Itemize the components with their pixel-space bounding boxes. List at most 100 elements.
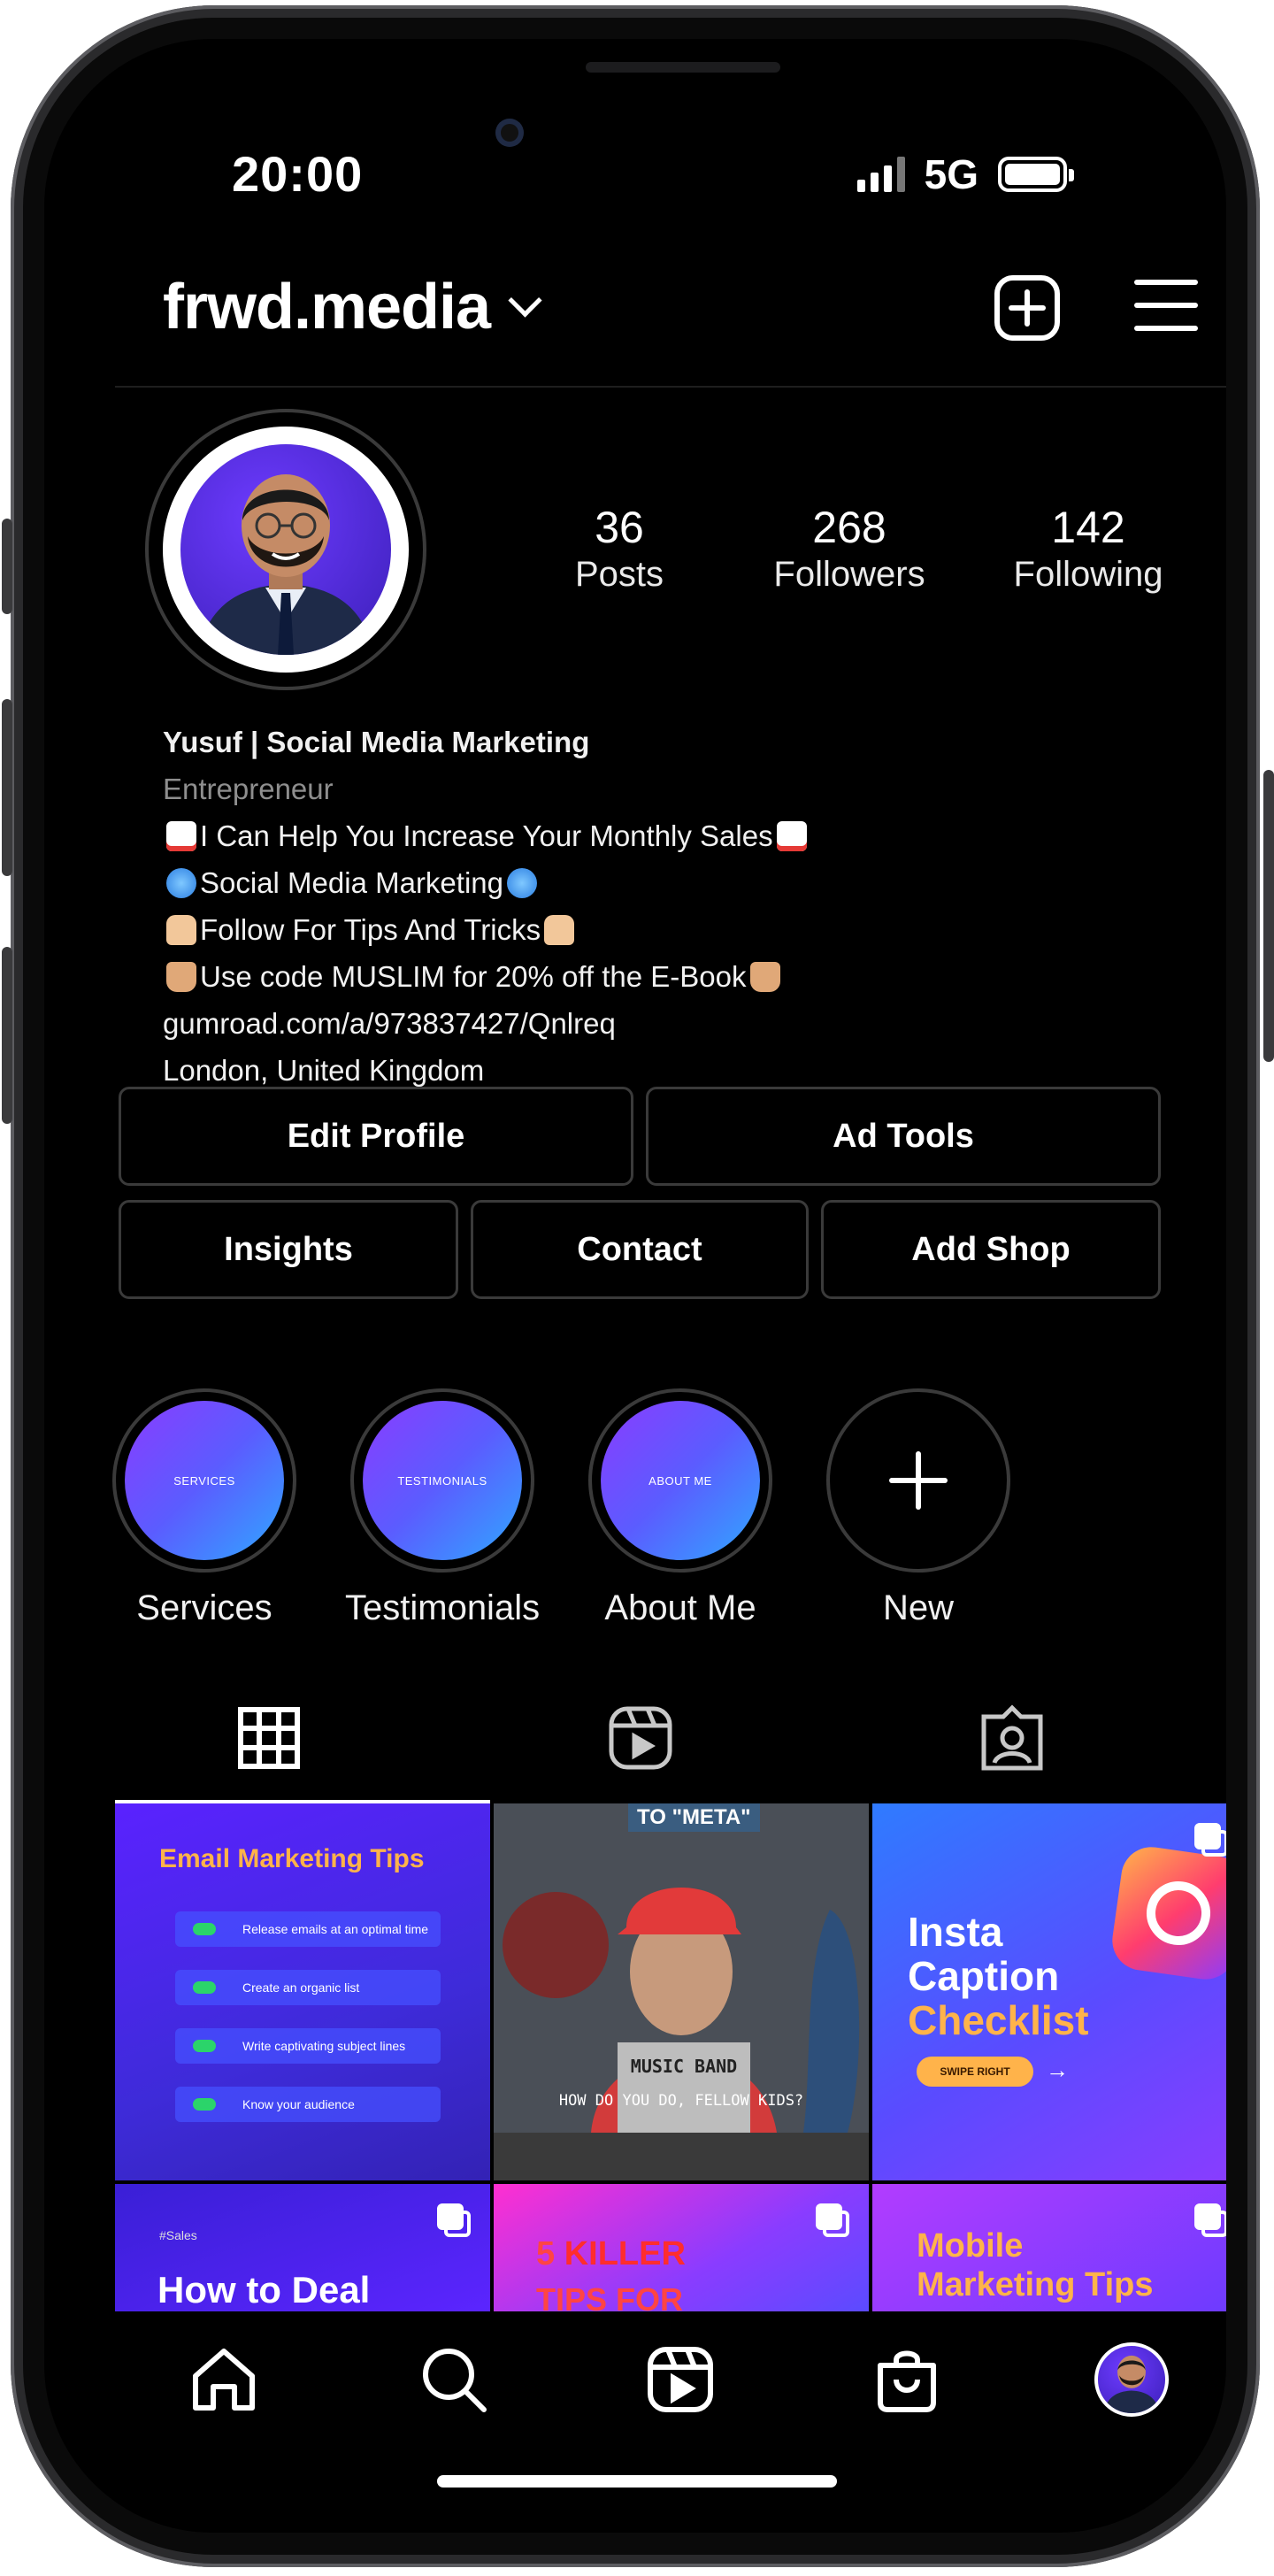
signal-icon [856, 157, 905, 192]
meme-shirt-text: MUSIC BAND [630, 2056, 738, 2077]
globe-emoji-icon [166, 868, 196, 898]
menu-icon[interactable] [1134, 280, 1198, 334]
post-list-item: Create an organic list [175, 1970, 441, 2005]
stat-followers[interactable]: 268 Followers [752, 503, 947, 596]
highlight-services[interactable]: SERVICES Services [107, 1388, 302, 1628]
profile-category: Entrepreneur [163, 773, 334, 805]
stat-following[interactable]: 142 Following [991, 503, 1186, 596]
profile-tab[interactable] [1092, 2340, 1171, 2419]
post-list-item: Know your audience [175, 2087, 441, 2122]
contact-button[interactable]: Contact [471, 1200, 809, 1299]
pointing-down-emoji-icon [166, 962, 196, 992]
grid-icon [238, 1707, 300, 1769]
bio-line-4: Use code MUSLIM for 20% off the E-Book [163, 953, 1180, 1000]
tagged-tab[interactable] [977, 1703, 1048, 1773]
meme-image [494, 1803, 869, 2180]
power-button [1263, 770, 1274, 1062]
highlight-label: About Me [604, 1588, 756, 1627]
highlight-cover: TESTIMONIALS [363, 1401, 522, 1560]
highlight-label: Testimonials [345, 1588, 541, 1627]
status-indicators: 5G [856, 150, 1074, 198]
new-post-icon[interactable] [994, 274, 1061, 342]
ad-tools-button[interactable]: Ad Tools [646, 1087, 1161, 1186]
highlight-cover: ABOUT ME [601, 1401, 760, 1560]
post-subtitle: TIPS FOR [536, 2281, 684, 2311]
highlight-about-me[interactable]: ABOUT ME About Me [583, 1388, 778, 1628]
avatar-portrait [198, 474, 373, 655]
grid-tab[interactable] [234, 1703, 304, 1773]
tagged-icon [981, 1704, 1043, 1771]
post-tile-fellow-kids[interactable]: TO "META" MUSIC BAND HOW DO YOU DO, FELL… [494, 1803, 869, 2180]
add-shop-button[interactable]: Add Shop [821, 1200, 1161, 1299]
post-tile-killer-tips[interactable]: 5 KILLER TIPS FOR [494, 2184, 869, 2311]
chart-increasing-emoji-icon [166, 821, 196, 851]
bio-line-2: Social Media Marketing [163, 859, 1180, 906]
thumbs-up-emoji-icon [166, 915, 196, 945]
search-tab[interactable] [414, 2340, 494, 2419]
post-tag: #Sales [159, 2228, 197, 2242]
volume-up-button [2, 699, 12, 876]
reels-nav-tab[interactable] [641, 2340, 720, 2419]
post-tile-email-marketing[interactable]: Email Marketing Tips Release emails at a… [115, 1803, 490, 2180]
reels-icon [609, 1706, 672, 1770]
meme-top-text: TO "META" [628, 1803, 760, 1832]
battery-icon [998, 157, 1074, 192]
search-icon [423, 2349, 487, 2412]
speaker-grille [586, 62, 780, 73]
plus-icon [839, 1401, 998, 1560]
status-time: 20:00 [232, 146, 364, 202]
post-list-item: Release emails at an optimal time [175, 1911, 441, 1947]
highlight-new[interactable]: New [821, 1388, 1016, 1628]
post-list-item: Write captivating subject lines [175, 2028, 441, 2064]
profile-avatar [1094, 2342, 1169, 2417]
post-title: 5 KILLER [536, 2235, 686, 2272]
home-indicator [437, 2475, 837, 2488]
bio: Yusuf | Social Media Marketing Entrepren… [163, 719, 1180, 1094]
chart-increasing-emoji-icon [776, 821, 807, 851]
edit-profile-button[interactable]: Edit Profile [119, 1087, 633, 1186]
carousel-icon [1194, 2203, 1226, 2237]
bio-link[interactable]: gumroad.com/a/973837427/Qnlreq [163, 1000, 1180, 1047]
highlight-label: Services [136, 1588, 272, 1627]
avatar[interactable] [180, 444, 391, 655]
globe-emoji-icon [507, 868, 537, 898]
insights-button[interactable]: Insights [119, 1200, 458, 1299]
arrow-right-icon: → [1046, 2057, 1069, 2083]
header-divider [115, 386, 1226, 388]
chevron-down-icon[interactable] [508, 283, 542, 318]
home-tab[interactable] [184, 2340, 264, 2419]
post-title: Mobile Marketing Tips [917, 2227, 1154, 2303]
stat-posts[interactable]: 36 Posts [540, 503, 699, 596]
reels-tab[interactable] [605, 1703, 676, 1773]
network-type: 5G [924, 151, 979, 197]
account-username[interactable]: frwd.media [163, 271, 491, 343]
reels-icon [648, 2347, 713, 2412]
instagram-logo-icon [1108, 1842, 1226, 1984]
carousel-icon [816, 2203, 849, 2237]
carousel-icon [1194, 1823, 1226, 1857]
post-tile-how-to-deal[interactable]: #Sales How to Deal [115, 2184, 490, 2311]
post-tile-caption-checklist[interactable]: Insta Caption Checklist SWIPE RIGHT → [872, 1803, 1226, 2180]
post-title: Insta Caption Checklist [908, 1909, 1089, 2043]
volume-down-button [2, 947, 12, 1124]
meme-caption: HOW DO YOU DO, FELLOW KIDS? [558, 2092, 804, 2110]
thumbs-up-emoji-icon [544, 915, 575, 945]
carousel-icon [437, 2203, 471, 2237]
pointing-down-emoji-icon [749, 962, 780, 992]
highlight-testimonials[interactable]: TESTIMONIALS Testimonials [345, 1388, 540, 1628]
front-camera [495, 119, 524, 147]
swipe-right-pill: SWIPE RIGHT [917, 2057, 1033, 2087]
bio-line-1: I Can Help You Increase Your Monthly Sal… [163, 812, 1180, 859]
post-title: Email Marketing Tips [159, 1844, 425, 1873]
bio-line-3: Follow For Tips And Tricks [163, 906, 1180, 953]
highlight-cover: SERVICES [125, 1401, 284, 1560]
screen: 20:00 5G frwd.media 36 Posts 268 Followe… [44, 39, 1226, 2533]
profile-name: Yusuf | Social Media Marketing [163, 726, 590, 758]
shop-icon [878, 2350, 936, 2412]
home-icon [193, 2349, 255, 2411]
post-title: How to Deal [157, 2269, 371, 2311]
highlight-label: New [882, 1588, 955, 1627]
shop-tab[interactable] [867, 2340, 947, 2419]
post-tile-mobile-marketing[interactable]: Mobile Marketing Tips [872, 2184, 1226, 2311]
silent-switch [2, 519, 12, 614]
